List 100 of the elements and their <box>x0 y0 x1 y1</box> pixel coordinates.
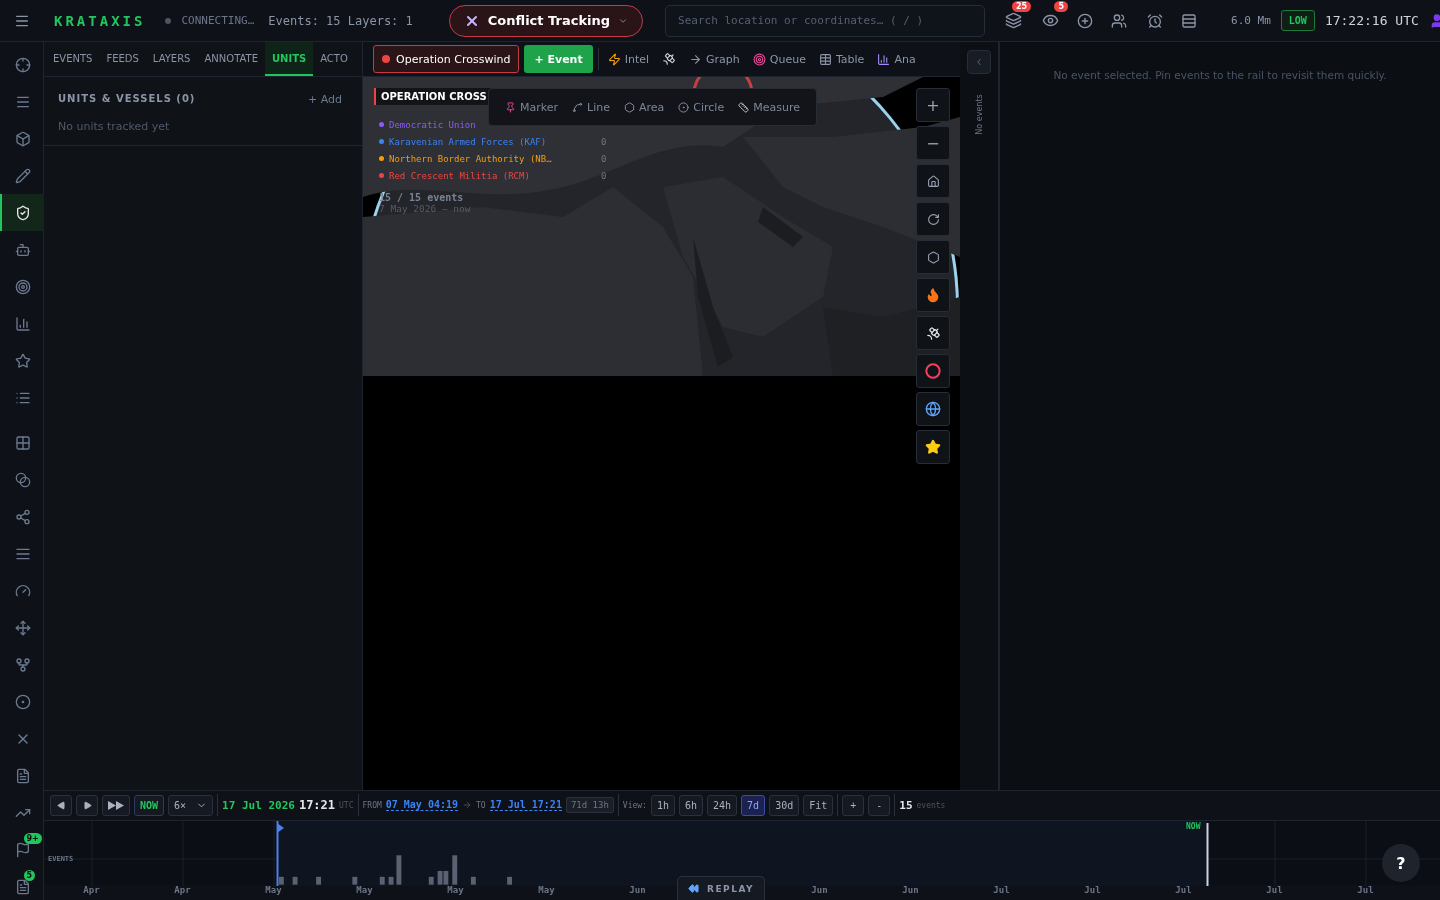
star-icon <box>925 439 941 455</box>
flag-icon <box>14 841 31 858</box>
axis-label: Jun <box>810 885 829 898</box>
add-link[interactable]: + Add <box>308 93 342 106</box>
search-field[interactable]: Search location or coordinates… ( / ) <box>665 4 986 37</box>
ring-button[interactable] <box>916 354 950 388</box>
satellite-icon <box>662 52 677 66</box>
heatmap-button[interactable] <box>916 278 950 312</box>
add-icon[interactable] <box>1077 12 1094 29</box>
arrow-icon <box>689 52 703 66</box>
fast-forward-button[interactable] <box>102 794 130 816</box>
step-back-button[interactable] <box>50 794 72 816</box>
axis-label: Jul <box>1174 885 1193 898</box>
faction-count: 0 <box>601 136 607 147</box>
speed-select[interactable]: 6× <box>168 794 214 816</box>
faction-name: Red Crescent Militia (RCM) <box>389 170 531 181</box>
view-button[interactable]: Fit <box>803 794 834 816</box>
star-icon <box>14 352 31 369</box>
alarm-icon[interactable] <box>1147 12 1164 29</box>
draw-tool-button[interactable]: Circle <box>676 100 727 114</box>
threat-level: LOW <box>1280 10 1315 31</box>
satellite-button[interactable] <box>916 316 950 350</box>
shield-icon <box>14 204 31 221</box>
draw-tool-button[interactable]: Marker <box>503 100 561 114</box>
rail-button[interactable] <box>0 194 44 231</box>
faction-name: Northern Border Authority (NB… <box>389 153 553 164</box>
group-icon[interactable] <box>1111 12 1128 29</box>
axis-label: Jul <box>992 885 1011 898</box>
now-marker <box>1206 822 1209 886</box>
rail-empty-text: No events <box>974 94 984 135</box>
draw-tool-button[interactable]: Measure <box>736 100 802 114</box>
hexagon-button[interactable] <box>916 240 950 274</box>
axis-label: Jul <box>1356 885 1375 898</box>
view-button[interactable]: 24h <box>707 794 738 816</box>
target-icon <box>14 278 31 295</box>
home-button[interactable] <box>916 164 950 198</box>
toolbar-button[interactable]: Queue <box>748 45 810 73</box>
layers-icon[interactable] <box>1005 12 1023 29</box>
play-button[interactable] <box>76 794 98 816</box>
view-button[interactable]: 7d <box>741 794 766 816</box>
to-date-link[interactable]: 17 Jul 17:21 <box>489 799 562 812</box>
draw-tool-button[interactable]: Area <box>621 100 667 114</box>
radio-icon <box>14 693 31 710</box>
legend-title: OPERATION CROSS <box>374 88 492 105</box>
target-icon <box>752 52 766 66</box>
grid-icon <box>14 434 31 451</box>
gauge-icon <box>14 582 31 599</box>
toolbar-button[interactable]: Ana <box>873 45 920 73</box>
line-icon <box>572 101 584 113</box>
eye-icon[interactable] <box>1042 12 1060 29</box>
zoom-in-button[interactable]: + <box>842 794 865 816</box>
scale-text: 6.0 Mm <box>1231 14 1271 27</box>
list-icon[interactable] <box>1181 12 1198 29</box>
faction-count: 0 <box>601 170 607 181</box>
panel-tab[interactable]: ANNOTATE <box>197 42 265 76</box>
axis-label: Jul <box>1265 885 1284 898</box>
stats-text: Events: 15 Layers: 1 <box>268 13 413 28</box>
axis-label: Apr <box>173 885 192 898</box>
panel-tab[interactable]: ACTO <box>313 42 355 76</box>
zoom-out-button[interactable]: − <box>916 126 950 160</box>
toolbar-button[interactable]: Graph <box>685 45 744 73</box>
share-icon <box>14 508 31 525</box>
from-date-link[interactable]: 07 May 04:19 <box>385 799 458 812</box>
now-button[interactable]: NOW <box>134 794 165 816</box>
replay-button[interactable]: REPLAY <box>677 876 765 900</box>
document-icon <box>14 767 31 784</box>
view-button[interactable]: 1h <box>650 794 675 816</box>
panel-tab[interactable]: UNITS <box>264 42 314 76</box>
hexagon-icon <box>623 101 635 113</box>
event-count: 15 <box>899 798 913 812</box>
empty-message: No units tracked yet <box>58 120 170 133</box>
connection-status: CONNECTING… <box>181 14 255 27</box>
rotate-button[interactable] <box>916 202 950 236</box>
back-icon <box>56 800 66 810</box>
ruler-icon <box>738 101 750 113</box>
draw-tool-button[interactable]: Line <box>570 100 612 114</box>
favorites-button[interactable] <box>916 430 950 464</box>
arrow-icon <box>462 800 472 811</box>
hexagon-icon <box>926 250 940 264</box>
fast-forward-icon <box>108 800 124 810</box>
axis-label: Apr <box>82 885 101 898</box>
panel-tab[interactable]: FEEDS <box>99 42 146 76</box>
mode-selector[interactable]: Conflict Tracking <box>448 4 644 37</box>
view-button[interactable]: 30d <box>769 794 800 816</box>
now-marker-label: NOW <box>1184 821 1203 831</box>
globe-button[interactable] <box>916 392 950 426</box>
panel-tab[interactable]: LAYERS <box>145 42 198 76</box>
panel-tab[interactable]: EVENTS <box>46 42 100 76</box>
toolbar-button[interactable]: Table <box>814 45 869 73</box>
chevron-icon <box>974 57 984 67</box>
operation-button[interactable]: Operation Crosswind <box>373 45 520 73</box>
view-button[interactable]: 6h <box>679 794 704 816</box>
rail-button[interactable]: 9+ <box>0 831 44 868</box>
current-time: 17:21 <box>298 798 336 813</box>
span-chip: 71d 13h <box>565 797 614 814</box>
zoom-in-button[interactable]: + <box>916 88 950 122</box>
home-icon <box>926 174 940 188</box>
rail-button[interactable]: 5 <box>0 868 44 900</box>
toolbar-button[interactable]: Intel <box>603 45 654 73</box>
zoom-out-button[interactable]: - <box>868 794 891 816</box>
